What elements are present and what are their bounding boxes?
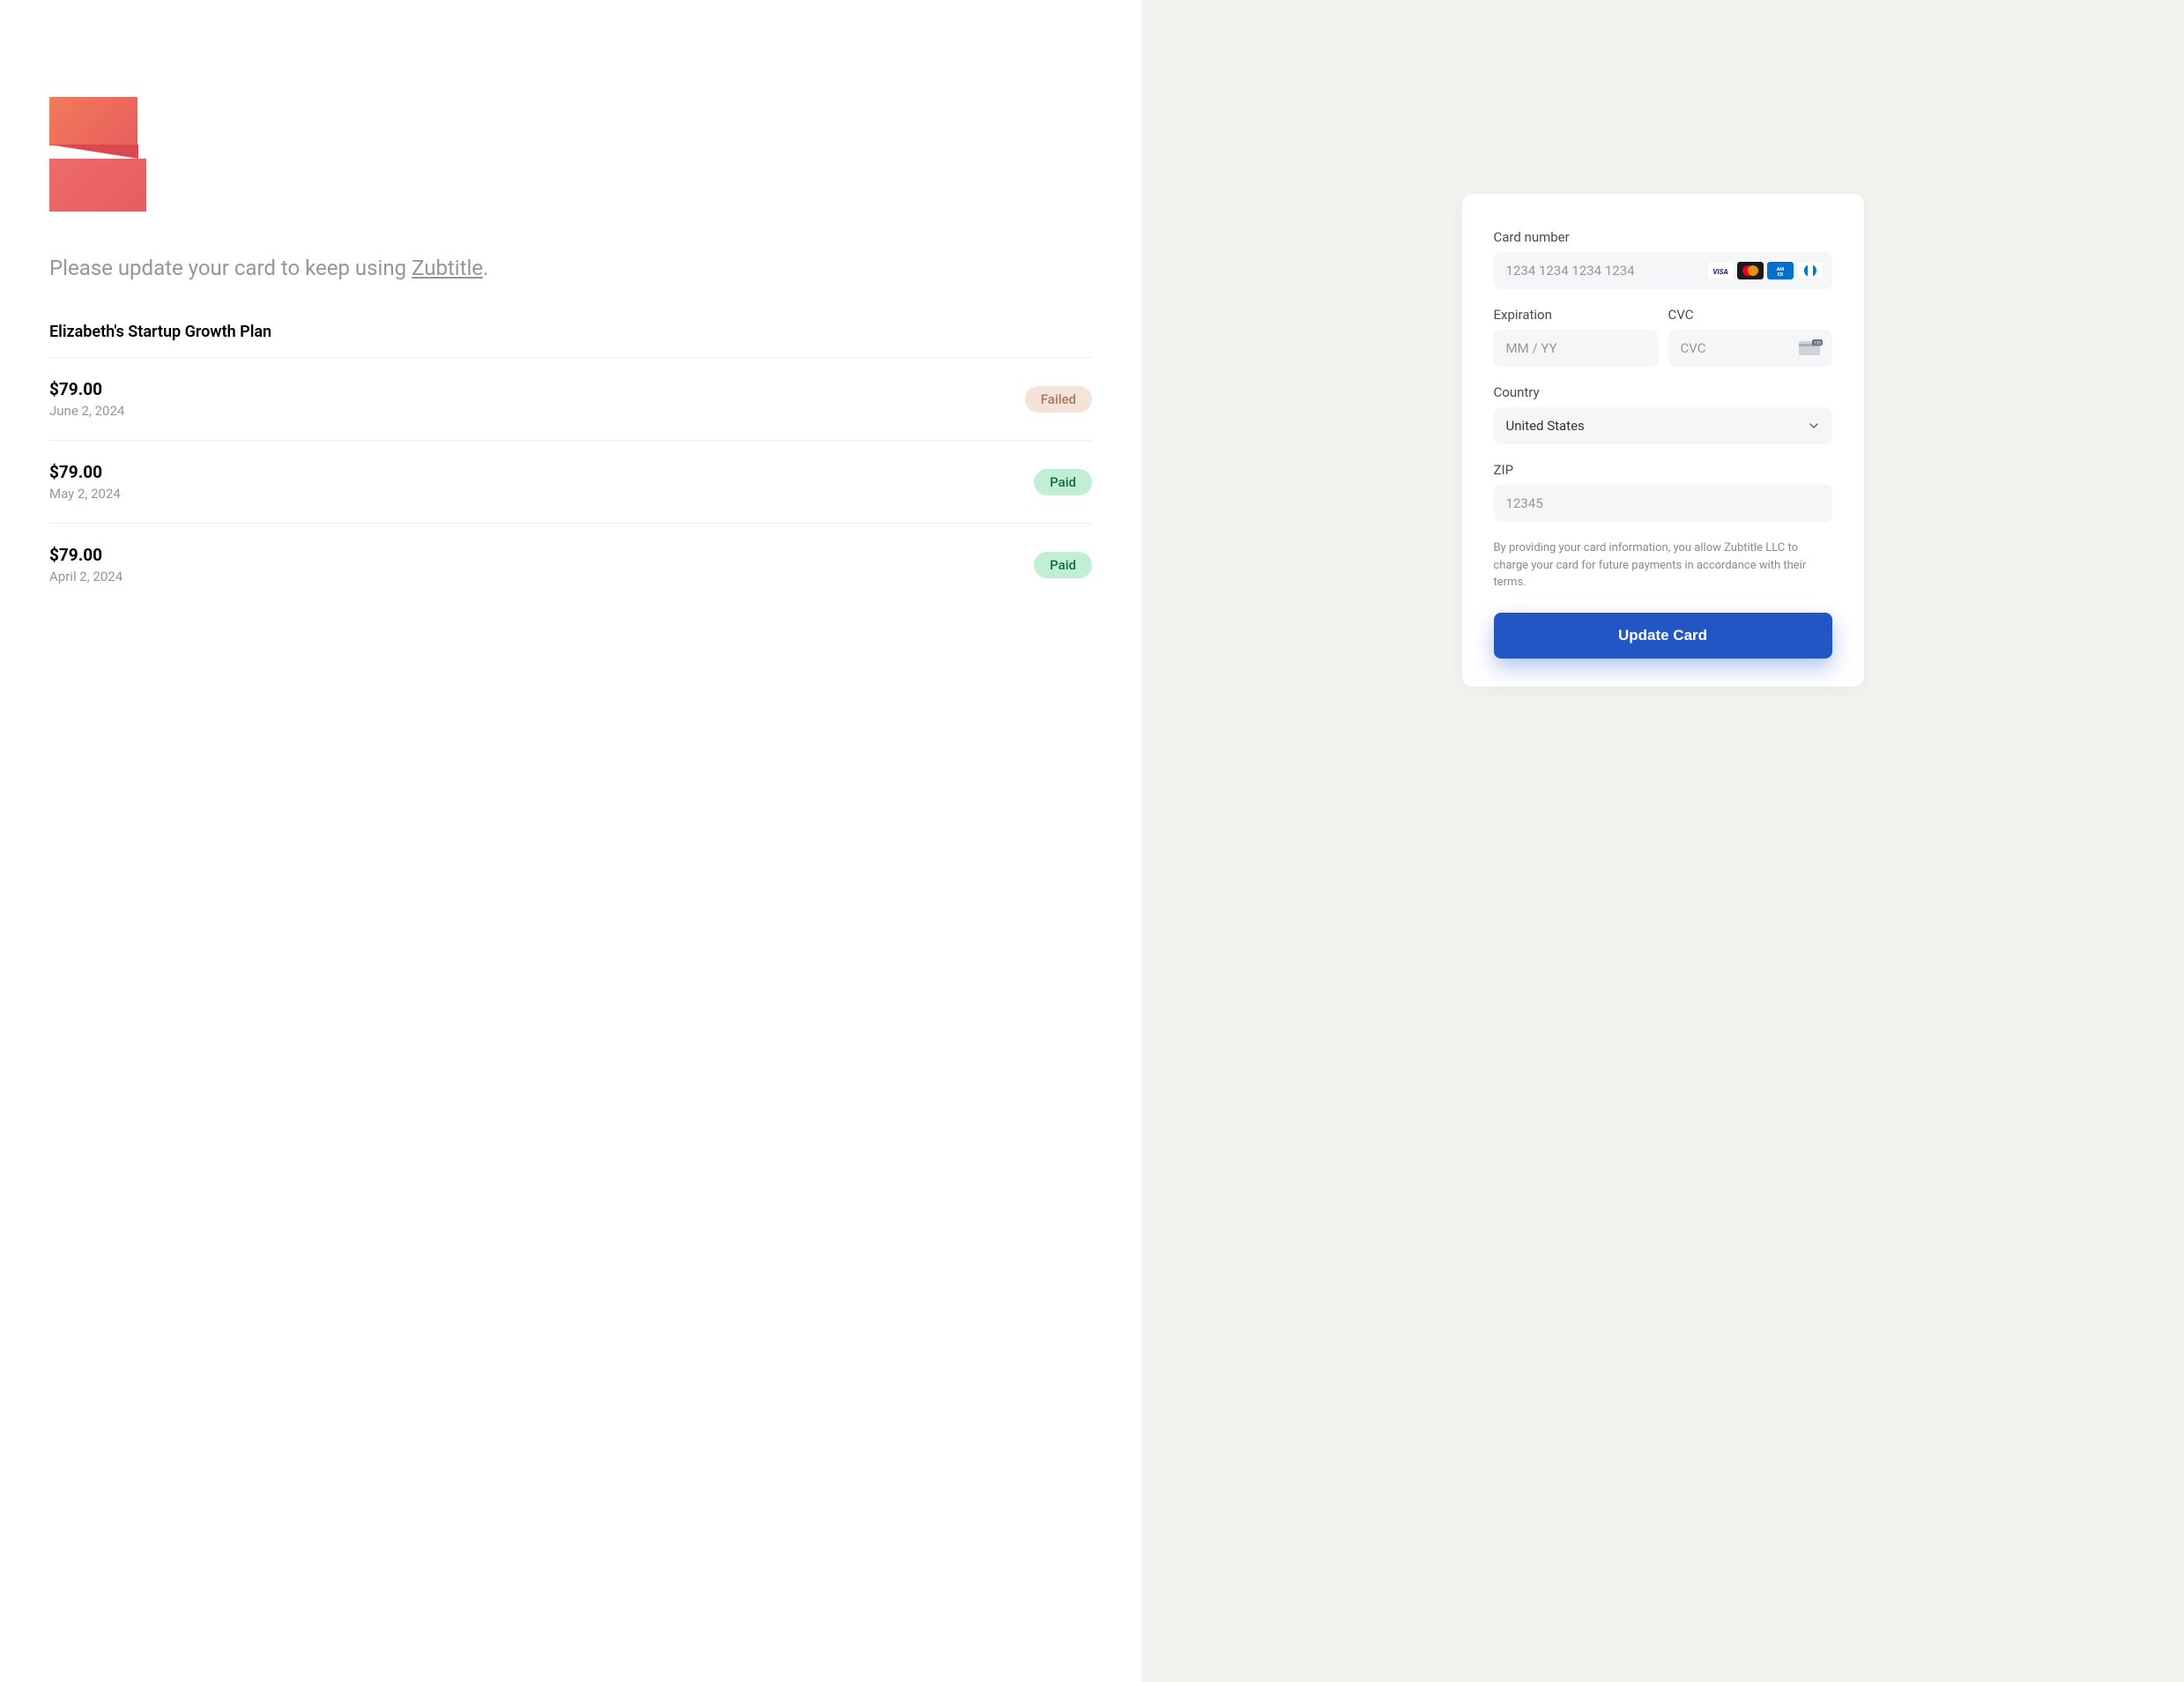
country-label: Country — [1494, 384, 1832, 400]
cvc-label: CVC — [1668, 307, 1832, 323]
invoice-amount: $79.00 — [49, 462, 121, 482]
invoice-row: $79.00 April 2, 2024 Paid — [49, 524, 1092, 606]
invoice-date: May 2, 2024 — [49, 486, 121, 502]
card-brand-icons: VISA AMEX — [1707, 262, 1824, 279]
visa-icon: VISA — [1707, 262, 1734, 279]
invoice-list: $79.00 June 2, 2024 Failed $79.00 May 2, 202… — [49, 357, 1092, 606]
brand-logo — [49, 97, 146, 212]
status-badge: Paid — [1034, 469, 1092, 495]
svg-text:EX: EX — [1777, 272, 1783, 278]
country-select[interactable]: United States — [1494, 407, 1832, 444]
status-badge: Failed — [1025, 386, 1092, 413]
right-panel: Card number VISA AMEX Expiration CVC — [1141, 0, 2184, 1682]
cvc-card-icon: 135 — [1799, 339, 1824, 357]
left-panel: Please update your card to keep using Zu… — [0, 0, 1141, 1682]
headline-prefix: Please update your card to keep using — [49, 256, 412, 280]
disclaimer-text: By providing your card information, you … — [1494, 540, 1832, 592]
zip-input[interactable] — [1494, 485, 1832, 522]
headline: Please update your card to keep using Zu… — [49, 256, 1092, 280]
card-number-label: Card number — [1494, 229, 1832, 245]
amex-icon: AMEX — [1767, 262, 1794, 279]
card-form: Card number VISA AMEX Expiration CVC — [1462, 194, 1864, 687]
update-card-button[interactable]: Update Card — [1494, 613, 1832, 659]
invoice-amount: $79.00 — [49, 545, 123, 565]
invoice-row: $79.00 May 2, 2024 Paid — [49, 441, 1092, 524]
expiration-label: Expiration — [1494, 307, 1658, 323]
svg-text:VISA: VISA — [1712, 268, 1727, 276]
status-badge: Paid — [1034, 552, 1092, 578]
diners-icon — [1797, 262, 1824, 279]
expiration-input[interactable] — [1494, 330, 1658, 367]
invoice-row: $79.00 June 2, 2024 Failed — [49, 358, 1092, 441]
invoice-amount: $79.00 — [49, 379, 124, 399]
mastercard-icon — [1737, 262, 1764, 279]
invoice-date: April 2, 2024 — [49, 569, 123, 584]
plan-name: Elizabeth's Startup Growth Plan — [49, 323, 1092, 341]
svg-text:135: 135 — [1814, 341, 1821, 346]
zip-label: ZIP — [1494, 462, 1832, 478]
brand-link[interactable]: Zubtitle — [412, 256, 483, 280]
invoice-date: June 2, 2024 — [49, 403, 124, 419]
headline-suffix: . — [483, 256, 488, 280]
